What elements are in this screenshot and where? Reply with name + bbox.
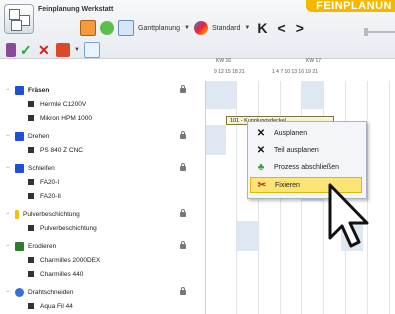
- tree-item[interactable]: FA20-I: [0, 175, 59, 189]
- machine-icon: [28, 271, 34, 277]
- tree-group-label: Pulverbeschichtung: [23, 210, 80, 218]
- lock-icon: [180, 85, 186, 93]
- first-page-button[interactable]: K: [254, 20, 270, 36]
- palette-icon[interactable]: [194, 21, 208, 35]
- timeline-header: KW 16 KW 17 9 12 15 18 21 1 4 7 10 13 16…: [210, 48, 395, 78]
- tree-item-label: Charmilles 2000DEX: [40, 256, 101, 264]
- menu-item-label: Teil ausplanen: [274, 146, 319, 154]
- collapse-icon[interactable]: −: [6, 87, 12, 93]
- tree-item[interactable]: Pulverbeschichtung: [0, 221, 97, 235]
- week-label: KW 16: [216, 58, 232, 64]
- x-icon: ✕: [256, 127, 266, 139]
- tree-item-label: Mikron HPM 1000: [40, 114, 93, 122]
- machine-icon: [28, 101, 34, 107]
- tree-item-label: Pulverbeschichtung: [40, 224, 97, 232]
- standard-dropdown-chevron-icon[interactable]: ▼: [244, 25, 250, 31]
- tree-group-label: Drahtschneiden: [28, 288, 74, 296]
- close-icon[interactable]: ✕: [38, 43, 52, 57]
- machine-icon: [28, 193, 34, 199]
- gantt-icon[interactable]: [118, 20, 134, 36]
- machine-icon: [28, 257, 34, 263]
- collapse-icon[interactable]: −: [6, 133, 12, 139]
- machine-icon: [28, 147, 34, 153]
- collapse-icon[interactable]: −: [6, 289, 12, 295]
- tree-item-label: Charmilles 440: [40, 270, 84, 278]
- tree-group-pulverbeschichtung[interactable]: − Pulverbeschichtung: [0, 207, 80, 221]
- lathe-icon: [15, 131, 24, 141]
- calendar-icon[interactable]: [80, 20, 96, 36]
- tree-item-label: FA20-II: [40, 192, 61, 200]
- lock-icon: [180, 209, 186, 217]
- tree-item-label: PS 840 Z CNC: [40, 146, 83, 154]
- eroding-icon: [15, 241, 24, 251]
- zoom-slider[interactable]: [364, 28, 395, 36]
- mouse-cursor-icon: [328, 183, 369, 248]
- coating-icon: [15, 209, 19, 219]
- tree-item[interactable]: Aqua Fil 44: [0, 299, 73, 313]
- lock-icon[interactable]: [6, 43, 16, 57]
- view-dropdown[interactable]: Ganttplanung: [138, 25, 180, 32]
- tree-group-label: Schleifen: [28, 164, 55, 172]
- menu-item-label: Ausplanen: [274, 129, 308, 137]
- checkmark-icon[interactable]: ✓: [20, 43, 34, 57]
- machine-icon: [28, 179, 34, 185]
- tree-item-label: Aqua Fil 44: [40, 302, 73, 310]
- menu-item-prozess-abschliessen[interactable]: ♣ Prozess abschließen: [250, 159, 362, 175]
- collapse-icon[interactable]: −: [6, 211, 12, 217]
- milling-icon: [15, 85, 24, 95]
- menu-item-ausplanen[interactable]: ✕ Ausplanen: [250, 125, 362, 141]
- window-title: Feinplanung Werkstatt: [38, 6, 114, 13]
- tree-item[interactable]: Hermle C1200V: [0, 97, 86, 111]
- tree-item[interactable]: PS 840 Z CNC: [0, 143, 83, 157]
- lock-icon: [180, 131, 186, 139]
- menu-item-label: Prozess abschließen: [274, 163, 339, 171]
- tree-group-fraesen[interactable]: − Fräsen: [0, 83, 49, 97]
- tree-item[interactable]: Charmilles 440: [0, 267, 83, 281]
- x-icon: ✕: [256, 144, 266, 156]
- menu-item-teil-ausplanen[interactable]: ✕ Teil ausplanen: [250, 142, 362, 158]
- tree-item[interactable]: Charmilles 2000DEX: [0, 253, 100, 267]
- lock-icon: [180, 163, 186, 171]
- tree-item[interactable]: FA20-II: [0, 189, 61, 203]
- clipboard-icon[interactable]: [56, 43, 70, 57]
- previous-button[interactable]: <: [275, 20, 289, 36]
- wire-cutting-icon: [15, 287, 24, 297]
- next-button[interactable]: >: [293, 20, 307, 36]
- tree-group-label: Erodieren: [28, 242, 57, 250]
- machine-icon: [28, 115, 34, 121]
- view-dropdown-chevron-icon[interactable]: ▼: [184, 25, 190, 31]
- tree-item[interactable]: Mikron HPM 1000: [0, 111, 92, 125]
- standard-dropdown[interactable]: Standard: [212, 25, 240, 32]
- grinding-icon: [15, 163, 24, 173]
- lock-icon: [180, 241, 186, 249]
- tree-group-schleifen[interactable]: − Schleifen: [0, 161, 55, 175]
- scissors-icon: ✂: [257, 179, 267, 191]
- clipboard-chevron-icon[interactable]: ▼: [74, 47, 80, 53]
- tree-item-label: Hermle C1200V: [40, 100, 87, 108]
- machine-icon: [28, 303, 34, 309]
- feinplanung-badge: FEINPLANUN: [306, 0, 395, 12]
- tree-group-label: Drehen: [28, 132, 50, 140]
- collapse-icon[interactable]: −: [6, 243, 12, 249]
- flow-icon: ♣: [257, 161, 265, 173]
- app-menu-button[interactable]: [4, 4, 34, 34]
- machine-icon: [28, 225, 34, 231]
- refresh-icon[interactable]: [100, 21, 114, 35]
- tree-group-drehen[interactable]: − Drehen: [0, 129, 49, 143]
- tree-item-label: FA20-I: [40, 178, 60, 186]
- tree-group-label: Fräsen: [28, 86, 50, 94]
- menu-item-label: Fixieren: [275, 181, 300, 189]
- week-label: KW 17: [306, 58, 322, 64]
- tree-group-erodieren[interactable]: − Erodieren: [0, 239, 56, 253]
- day-numbers: 1 4 7 10 13 16 19 21: [272, 69, 318, 75]
- lock-icon: [180, 287, 186, 295]
- resource-tree: − Fräsen Hermle C1200V Mikron HPM 1000 −…: [0, 81, 206, 314]
- chart-icon[interactable]: [83, 42, 100, 58]
- day-numbers: 9 12 15 18 21: [214, 69, 245, 75]
- tree-group-drahtschneiden[interactable]: − Drahtschneiden: [0, 285, 74, 299]
- collapse-icon[interactable]: −: [6, 165, 12, 171]
